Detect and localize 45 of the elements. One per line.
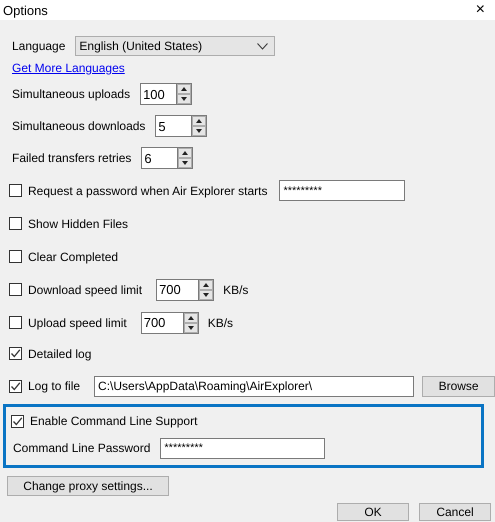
- setting-label: Failed transfers retries: [12, 151, 132, 165]
- window-title: Options: [3, 2, 48, 18]
- password-label: Command Line Password: [13, 441, 150, 455]
- spin-arrows-icon[interactable]: [191, 115, 208, 137]
- number-field[interactable]: 700: [156, 278, 198, 300]
- languages-link[interactable]: Get More Languages: [12, 61, 125, 75]
- number-field[interactable]: 6: [141, 147, 178, 169]
- checkbox-label: Show Hidden Files: [28, 216, 128, 230]
- unit-label: KB/s: [223, 282, 248, 296]
- checkbox[interactable]: [9, 316, 22, 329]
- proxy-button[interactable]: Change proxy settings...: [7, 476, 169, 496]
- checkbox[interactable]: [9, 250, 22, 263]
- number-field[interactable]: 100: [140, 83, 176, 105]
- checkbox[interactable]: [9, 217, 22, 230]
- spin-arrows-icon[interactable]: [176, 83, 192, 105]
- language-label: Language: [12, 39, 66, 53]
- number-field[interactable]: 700: [140, 312, 183, 334]
- checkbox[interactable]: [9, 347, 22, 360]
- spin-arrows-icon[interactable]: [182, 312, 199, 334]
- checkbox-label: Upload speed limit: [28, 316, 127, 330]
- dialog-button[interactable]: Cancel: [419, 503, 491, 521]
- checkbox-label: Download speed limit: [28, 282, 142, 296]
- setting-label: Simultaneous uploads: [12, 87, 130, 101]
- number-field[interactable]: 5: [155, 115, 192, 137]
- checkbox-label: Request a password when Air Explorer starts: [28, 184, 268, 198]
- dialog-button[interactable]: OK: [337, 503, 409, 521]
- checkbox[interactable]: [9, 283, 22, 296]
- checkbox-label: Detailed log: [28, 346, 92, 360]
- path-field[interactable]: C:\Users\AppData\Roaming\AirExplorer\: [94, 376, 414, 396]
- checkbox[interactable]: [9, 184, 22, 197]
- password-field[interactable]: *********: [160, 438, 326, 458]
- spin-arrows-icon[interactable]: [177, 147, 194, 169]
- browse-button[interactable]: Browse: [422, 376, 495, 396]
- checkbox-label: Enable Command Line Support: [30, 414, 198, 428]
- setting-label: Simultaneous downloads: [12, 119, 146, 133]
- checkbox-label: Clear Completed: [28, 250, 118, 264]
- checkbox[interactable]: [9, 380, 22, 392]
- chevron-icon: [257, 42, 268, 50]
- password-field[interactable]: *********: [279, 180, 406, 201]
- close-button[interactable]: ×: [470, 1, 491, 19]
- language-dropdown[interactable]: English (United States): [75, 36, 276, 56]
- unit-label: KB/s: [208, 316, 234, 330]
- spin-arrows-icon[interactable]: [198, 278, 214, 300]
- checkbox-label: Log to file: [28, 379, 80, 393]
- checkbox[interactable]: [11, 414, 24, 428]
